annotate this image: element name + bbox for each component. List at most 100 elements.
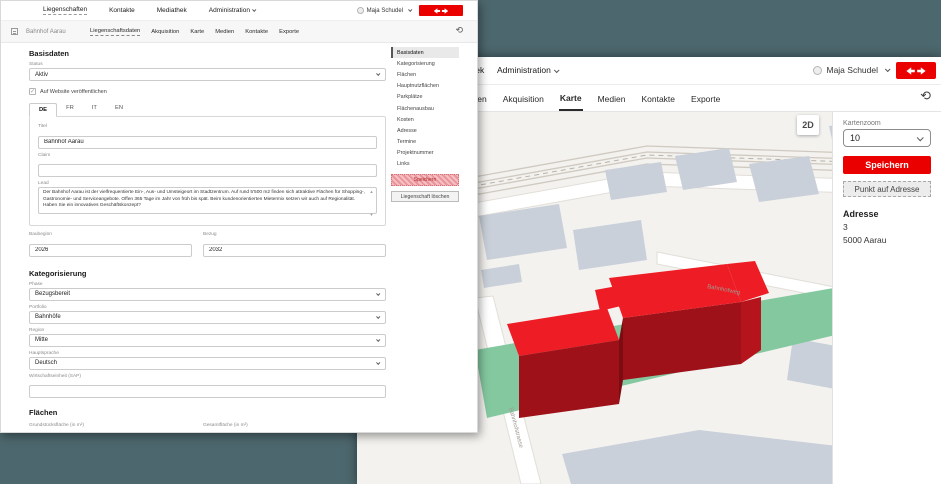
building-icon [11,28,18,35]
lang-tab-de[interactable]: DE [29,103,57,117]
wirtschaftseinheit-label: Wirtschaftseinheit (SAP) [29,374,386,379]
form-window: Liegenschaften Kontakte Mediathek Admini… [0,0,478,433]
anchor-projektnummer[interactable]: Projektnummer [391,148,459,159]
basisdaten-form: Basisdaten Status Aktiv ✓ Auf Website ve… [29,43,386,433]
map-sidebar: Kartenzoom 10 Speichern Punkt auf Adress… [832,112,941,484]
status-label: Status [29,62,386,67]
wirtschaftseinheit-input[interactable] [29,385,386,398]
publish-checkbox-label: Auf Website veröffentlichen [40,89,107,95]
nav-item-administration[interactable]: Administration [497,65,558,75]
tab-karte[interactable]: Karte [190,29,204,35]
anchor-kategorisierung[interactable]: Kategorisierung [391,58,459,69]
chevron-down-icon [885,66,891,72]
avatar [813,66,822,75]
tab-medien[interactable]: Medien [215,29,234,35]
tab-kontakte[interactable]: Kontakte [640,87,676,110]
nav-item-liegenschaften[interactable]: Liegenschaften [43,6,87,15]
kartenzoom-select[interactable]: 10 [843,129,931,147]
section-heading-flaechen: Flächen [29,408,386,417]
anchor-termine[interactable]: Termine [391,137,459,148]
anchor-flaechenausbau[interactable]: Flächenausbau [391,103,459,114]
section-heading-basisdaten: Basisdaten [29,49,386,58]
highlighted-building-3d[interactable] [507,261,769,418]
punkt-auf-adresse-button[interactable]: Punkt auf Adresse [843,181,931,197]
sbb-logo [419,5,463,16]
nav-item-kontakte[interactable]: Kontakte [109,7,135,14]
lang-tab-en[interactable]: EN [106,102,132,116]
sbb-double-arrow-icon [905,67,927,75]
portfolio-select[interactable]: Bahnhöfe [29,311,386,324]
scroll-down-icon[interactable]: ▼ [370,212,374,217]
baubeginn-label: Baubeginn [29,232,192,237]
sbb-double-arrow-icon [433,8,449,14]
lead-textarea[interactable]: Der Bahnhof Aarau ist der vielfrequentie… [38,187,377,214]
lang-tab-it[interactable]: IT [83,102,106,116]
user-menu[interactable]: Maja Schudel [813,65,889,75]
publish-checkbox[interactable]: ✓ [29,88,36,95]
map-2d-toggle-button[interactable]: 2D [797,115,819,135]
chevron-down-icon [376,314,380,318]
lead-label: Lead [38,181,377,186]
chevron-down-icon [917,134,924,141]
anchor-links[interactable]: Links [391,159,459,170]
user-menu[interactable]: Maja Schudel [357,7,411,14]
language-tabs: DE FR IT EN [29,102,386,116]
tab-exporte[interactable]: Exporte [279,29,299,35]
speichern-button-disabled[interactable]: Speichern [391,174,459,186]
phase-label: Phase [29,282,386,287]
avatar [357,7,364,14]
sbb-logo [896,62,936,79]
tab-akquisition[interactable]: Akquisition [502,87,545,110]
tab-exporte[interactable]: Exporte [690,87,721,110]
anchor-flaechen[interactable]: Flächen [391,69,459,80]
user-name: Maja Schudel [826,65,878,75]
language-content-box: Titel Claim Lead Der Bahnhof Aarau ist d… [29,116,386,226]
history-icon[interactable]: ⟲ [920,89,931,102]
kartenzoom-label: Kartenzoom [843,120,931,127]
hauptsprache-select[interactable]: Deutsch [29,357,386,370]
anchor-adresse[interactable]: Adresse [391,125,459,136]
titel-input[interactable] [38,136,377,149]
anchor-kosten[interactable]: Kosten [391,114,459,125]
bezug-input[interactable] [203,244,386,257]
region-select[interactable]: Mitte [29,334,386,347]
adresse-line: 5000 Aarau [843,235,931,245]
textarea-scrollbar[interactable]: ▲ ▼ [368,189,375,217]
form-window-tab-bar: Bahnhof Aarau Liegenschaftsdaten Akquisi… [1,21,477,43]
titel-label: Titel [38,124,377,129]
chevron-down-icon [554,67,560,73]
user-name: Maja Schudel [367,8,403,14]
adresse-line: 3 [843,222,931,232]
adresse-heading: Adresse [843,209,931,219]
chevron-down-icon [376,291,380,295]
grundstuecksflaeche-label: Grundstücksfläche (in m²) [29,423,192,428]
tab-liegenschaftsdaten[interactable]: Liegenschaftsdaten [90,28,140,36]
status-select[interactable]: Aktiv [29,68,386,81]
chevron-down-icon [376,337,380,341]
chevron-down-icon [376,360,380,364]
section-heading-kategorisierung: Kategorisierung [29,269,386,278]
nav-item-mediathek[interactable]: Mediathek [157,7,187,14]
tab-karte[interactable]: Karte [559,86,583,111]
liegenschaft-loeschen-button[interactable]: Liegenschaft löschen [391,191,459,202]
speichern-button[interactable]: Speichern [843,156,931,174]
phase-select[interactable]: Bezugsbereit [29,288,386,301]
region-label: Region [29,328,386,333]
tab-akquisition[interactable]: Akquisition [151,29,179,35]
chevron-down-icon [252,8,256,12]
tab-medien[interactable]: Medien [597,87,627,110]
claim-input[interactable] [38,164,377,177]
anchor-basisdaten[interactable]: Basisdaten [391,47,459,58]
section-anchor-nav: Basisdaten Kategorisierung Flächen Haupt… [391,47,459,202]
claim-label: Claim [38,153,377,158]
history-icon[interactable]: ⟲ [455,26,463,35]
scroll-up-icon[interactable]: ▲ [370,189,374,194]
hauptsprache-label: Hauptsprache [29,351,386,356]
portfolio-label: Portfolio [29,305,386,310]
lang-tab-fr[interactable]: FR [57,102,83,116]
anchor-parkplaetze[interactable]: Parkplätze [391,92,459,103]
tab-kontakte[interactable]: Kontakte [245,29,268,35]
nav-item-administration[interactable]: Administration [209,7,255,14]
anchor-hauptnutzflaechen[interactable]: Hauptnutzflächen [391,81,459,92]
baubeginn-input[interactable] [29,244,192,257]
